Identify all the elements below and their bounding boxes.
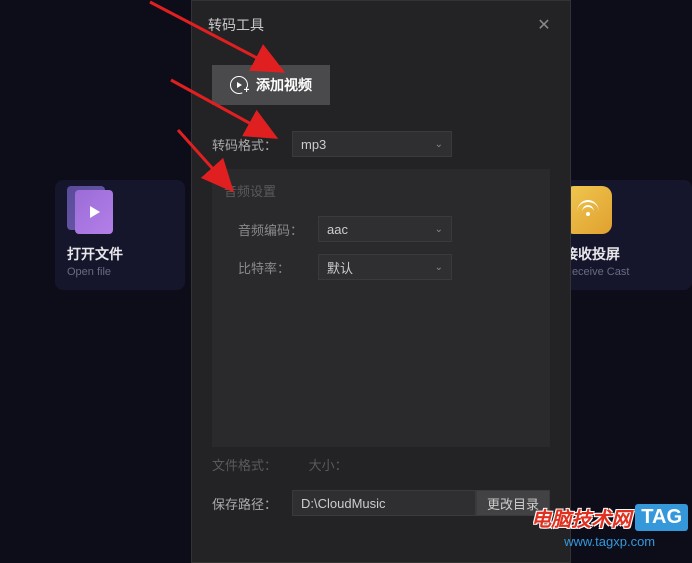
save-path-value: D:\CloudMusic <box>301 496 386 511</box>
watermark-cn: 电脑技术网 <box>531 503 631 532</box>
format-select[interactable]: mp3 ⌄ <box>292 131 452 157</box>
audio-codec-value: aac <box>327 222 348 237</box>
audio-codec-select[interactable]: aac ⌄ <box>318 216 452 242</box>
receive-cast-title: 接收投屏 <box>564 244 680 264</box>
format-value: mp3 <box>301 137 326 152</box>
open-file-sub: Open file <box>67 266 173 278</box>
panel-title: 音频设置 <box>224 181 538 200</box>
format-label: 转码格式： <box>212 135 292 154</box>
file-format-label: 文件格式： <box>212 458 277 473</box>
file-info-row: 文件格式： 大小： <box>212 447 550 490</box>
bitrate-value: 默认 <box>327 258 353 277</box>
open-file-card[interactable]: 打开文件 Open file <box>55 180 185 290</box>
watermark-url: www.tagxp.com <box>531 534 688 549</box>
receive-cast-card[interactable]: 接收投屏 Receive Cast <box>552 180 692 290</box>
close-button[interactable]: ✕ <box>534 15 554 35</box>
dialog-title: 转码工具 <box>208 15 264 35</box>
transcode-dialog: 转码工具 ✕ 添加视频 转码格式： mp3 ⌄ 音频设置 音频编码： aac ⌄ <box>191 0 571 563</box>
chevron-down-icon: ⌄ <box>435 224 443 235</box>
cast-icon <box>564 186 612 234</box>
bitrate-select[interactable]: 默认 ⌄ <box>318 254 452 280</box>
save-path-input[interactable]: D:\CloudMusic <box>292 490 476 516</box>
watermark: 电脑技术网 TAG www.tagxp.com <box>531 503 688 549</box>
size-label: 大小： <box>309 458 348 473</box>
audio-settings-panel: 音频设置 音频编码： aac ⌄ 比特率： 默认 ⌄ <box>212 169 550 447</box>
audio-codec-label: 音频编码： <box>224 220 318 239</box>
receive-cast-sub: Receive Cast <box>564 266 680 278</box>
file-play-icon <box>67 186 115 234</box>
chevron-down-icon: ⌄ <box>435 139 443 150</box>
open-file-title: 打开文件 <box>67 244 173 264</box>
chevron-down-icon: ⌄ <box>435 262 443 273</box>
add-video-button[interactable]: 添加视频 <box>212 65 330 105</box>
watermark-tag: TAG <box>635 504 688 531</box>
save-path-label: 保存路径： <box>212 494 292 513</box>
add-video-label: 添加视频 <box>256 75 312 95</box>
bitrate-label: 比特率： <box>224 258 318 277</box>
add-video-icon <box>230 76 248 94</box>
dialog-header: 转码工具 ✕ <box>192 1 570 49</box>
